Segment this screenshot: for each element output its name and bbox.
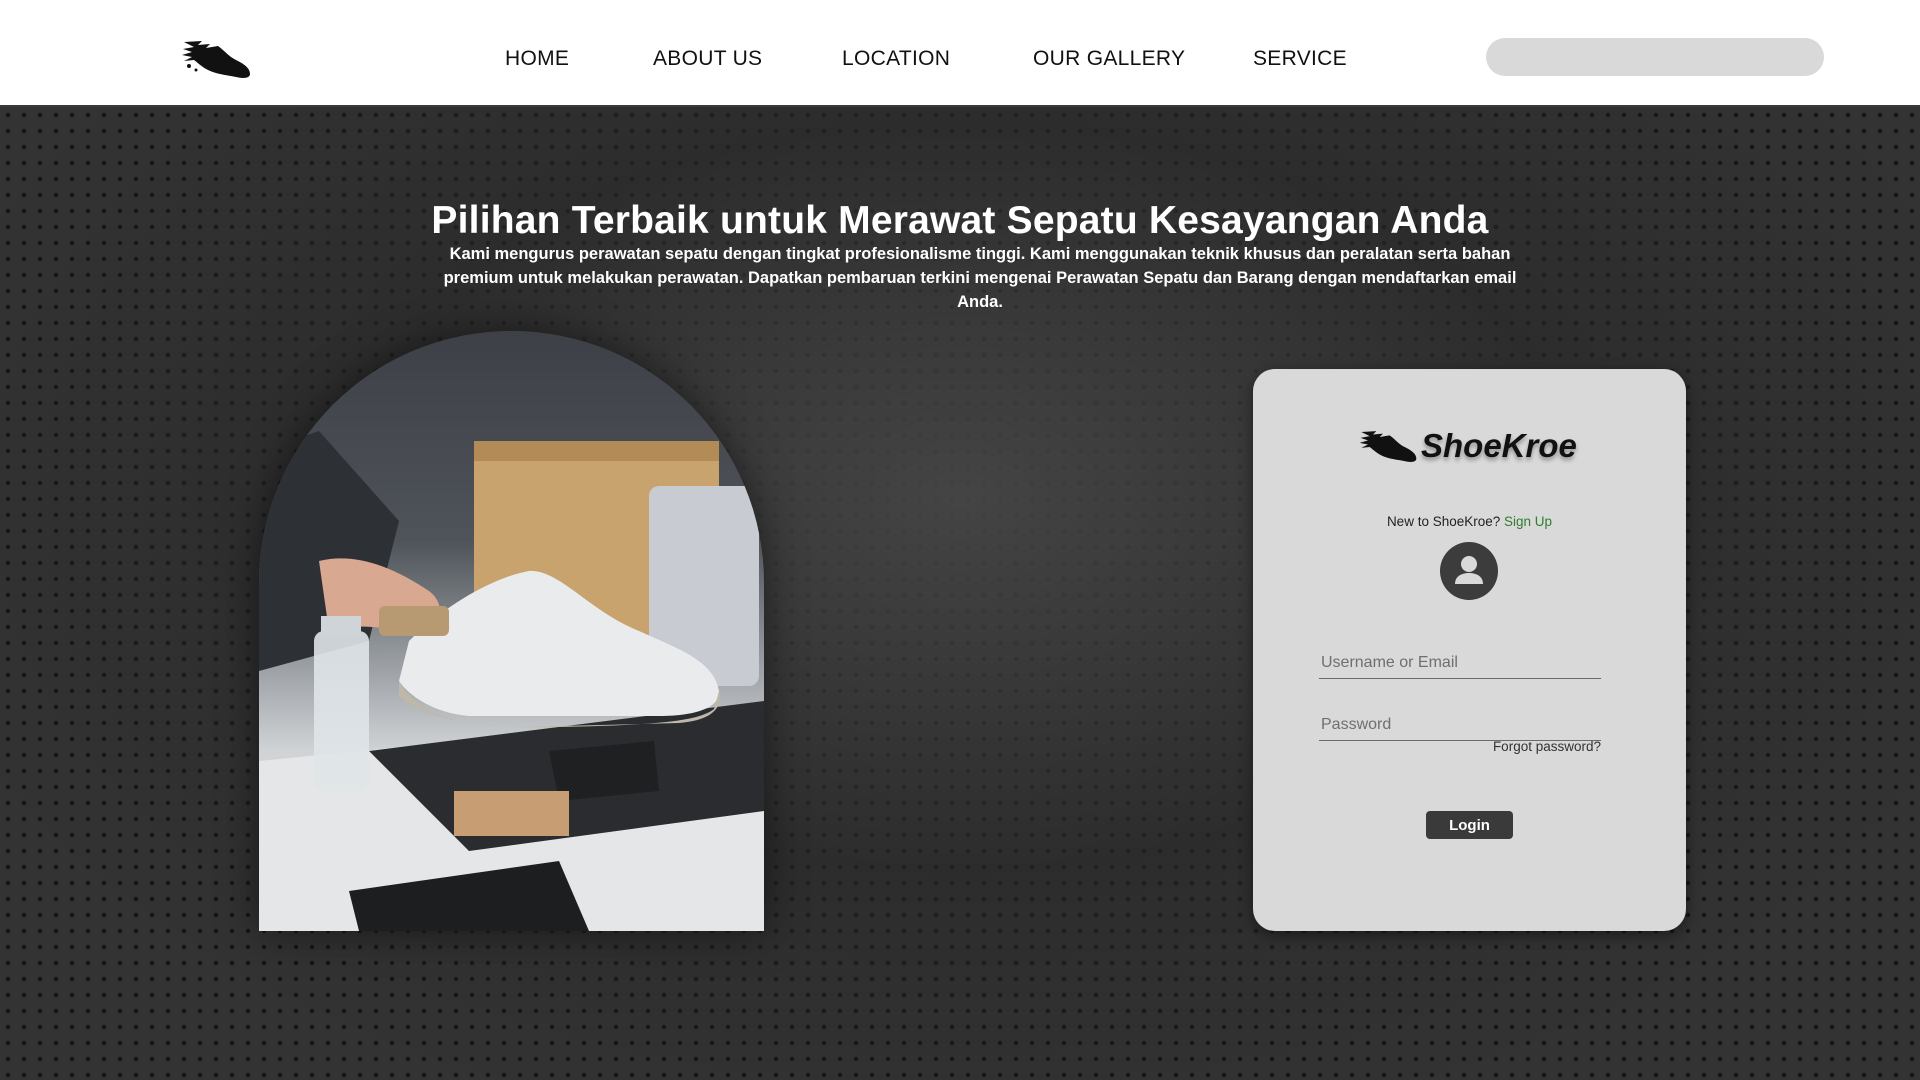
hero-section: Pilihan Terbaik untuk Merawat Sepatu Kes… <box>0 107 1920 1080</box>
username-field[interactable] <box>1319 647 1601 679</box>
shoe-cleaning-photo <box>259 331 764 931</box>
brand-logo: ShoeKroe <box>1358 427 1598 467</box>
brand-name: ShoeKroe <box>1421 427 1577 464</box>
login-button[interactable]: Login <box>1426 811 1513 839</box>
search-input[interactable] <box>1486 38 1824 76</box>
new-user-text: New to ShoeKroe? <box>1386 514 1501 529</box>
running-shoe-splash-icon <box>1359 431 1417 462</box>
site-header: HOME ABOUT US LOCATION OUR GALLERY SERVI… <box>0 0 1920 107</box>
hero-description: Kami mengurus perawatan sepatu dengan ti… <box>443 245 1517 311</box>
nav-about-us[interactable]: ABOUT US <box>653 47 762 71</box>
signup-link[interactable]: Sign Up <box>1504 514 1552 529</box>
nav-home[interactable]: HOME <box>505 47 569 71</box>
nav-service[interactable]: SERVICE <box>1253 47 1347 71</box>
nav-location[interactable]: LOCATION <box>842 47 950 71</box>
forgot-password-link[interactable]: Forgot password? <box>1493 739 1601 754</box>
running-shoe-splash-icon[interactable] <box>180 36 252 84</box>
login-card: ShoeKroe New to ShoeKroe? Sign Up Forgot… <box>1253 369 1686 931</box>
nav-our-gallery[interactable]: OUR GALLERY <box>1033 47 1185 71</box>
user-avatar-icon <box>1440 542 1498 600</box>
hero-title: Pilihan Terbaik untuk Merawat Sepatu Kes… <box>431 199 1489 242</box>
signup-prompt: New to ShoeKroe? Sign Up <box>1253 514 1686 529</box>
password-field[interactable] <box>1319 709 1601 741</box>
